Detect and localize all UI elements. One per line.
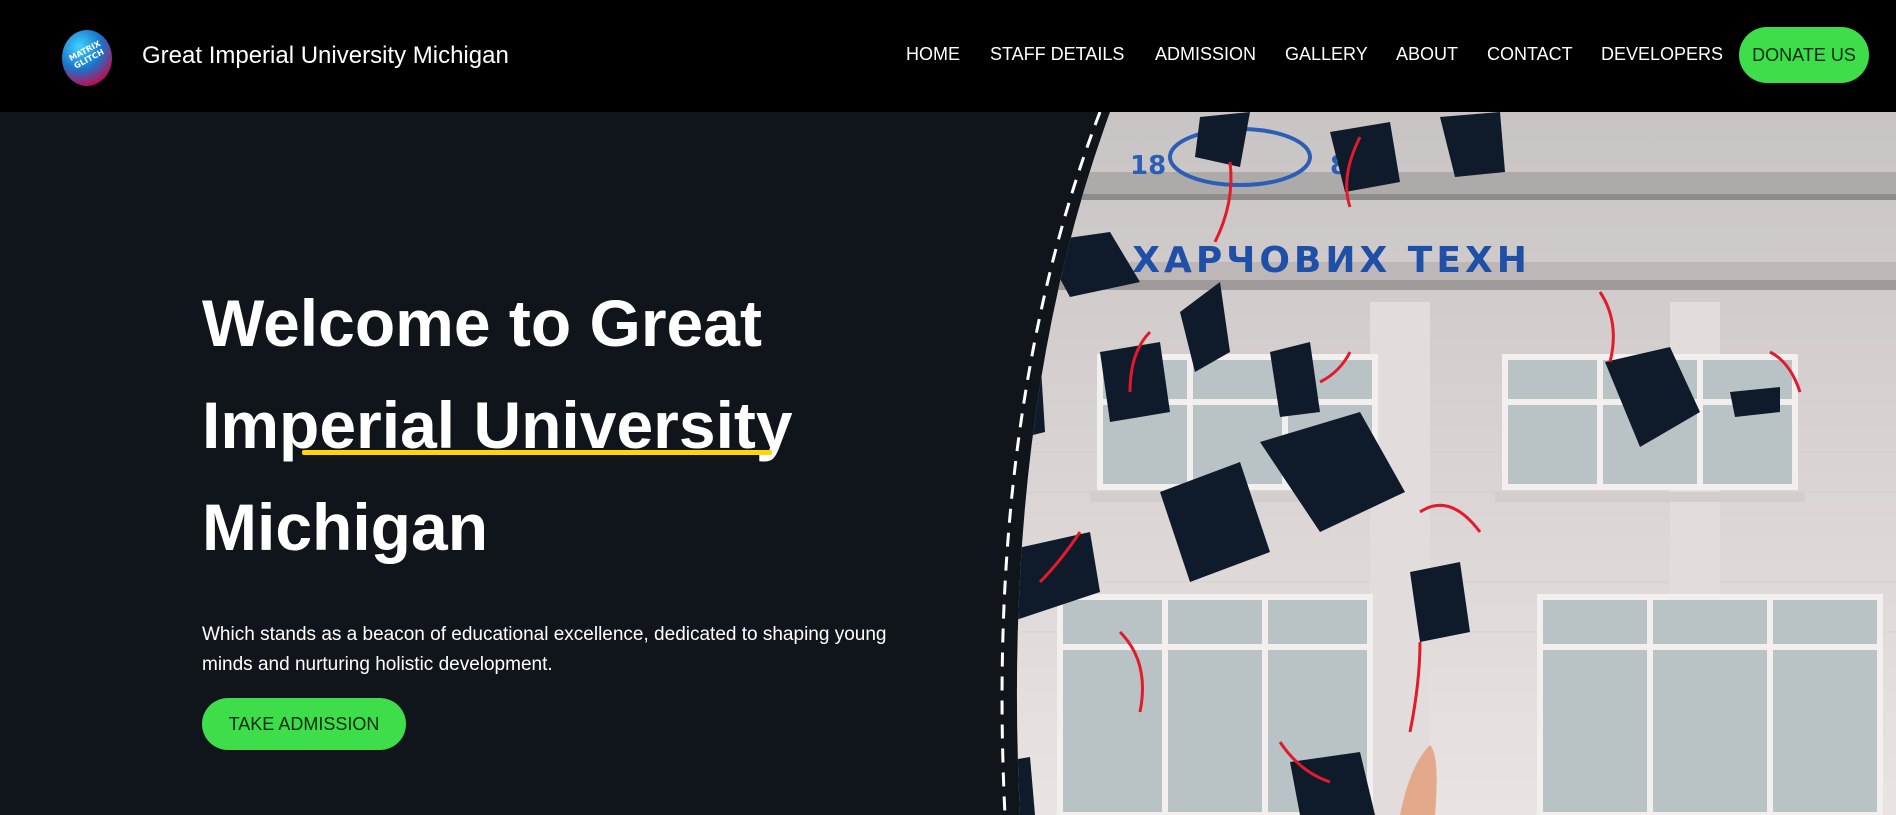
- take-admission-button[interactable]: TAKE ADMISSION: [202, 698, 406, 750]
- nav-developers[interactable]: DEVELOPERS: [1601, 44, 1723, 65]
- hero-heading: Welcome to Great Imperial University Mic…: [202, 286, 793, 564]
- dashed-arc-divider: [1000, 112, 1102, 815]
- nav-about[interactable]: ABOUT: [1396, 44, 1458, 65]
- nav-admission[interactable]: ADMISSION: [1155, 44, 1256, 65]
- nav-gallery[interactable]: GALLERY: [1285, 44, 1368, 65]
- navbar: MATRIX GLITCH Great Imperial University …: [0, 0, 1896, 112]
- university-logo[interactable]: MATRIX GLITCH: [62, 30, 112, 86]
- nav-contact[interactable]: CONTACT: [1487, 44, 1573, 65]
- donate-button[interactable]: DONATE US: [1739, 27, 1869, 83]
- site-title[interactable]: Great Imperial University Michigan: [142, 42, 509, 70]
- hero-description: Which stands as a beacon of educational …: [202, 624, 887, 675]
- nav-staff-details[interactable]: STAFF DETAILS: [990, 44, 1124, 65]
- hero-image: ТЕТ ХАРЧОВИХ ТЕХН 18 84: [1000, 112, 1896, 815]
- logo-text: MATRIX GLITCH: [67, 39, 106, 71]
- heading-underline: [302, 450, 772, 455]
- nav-home[interactable]: HOME: [906, 44, 960, 65]
